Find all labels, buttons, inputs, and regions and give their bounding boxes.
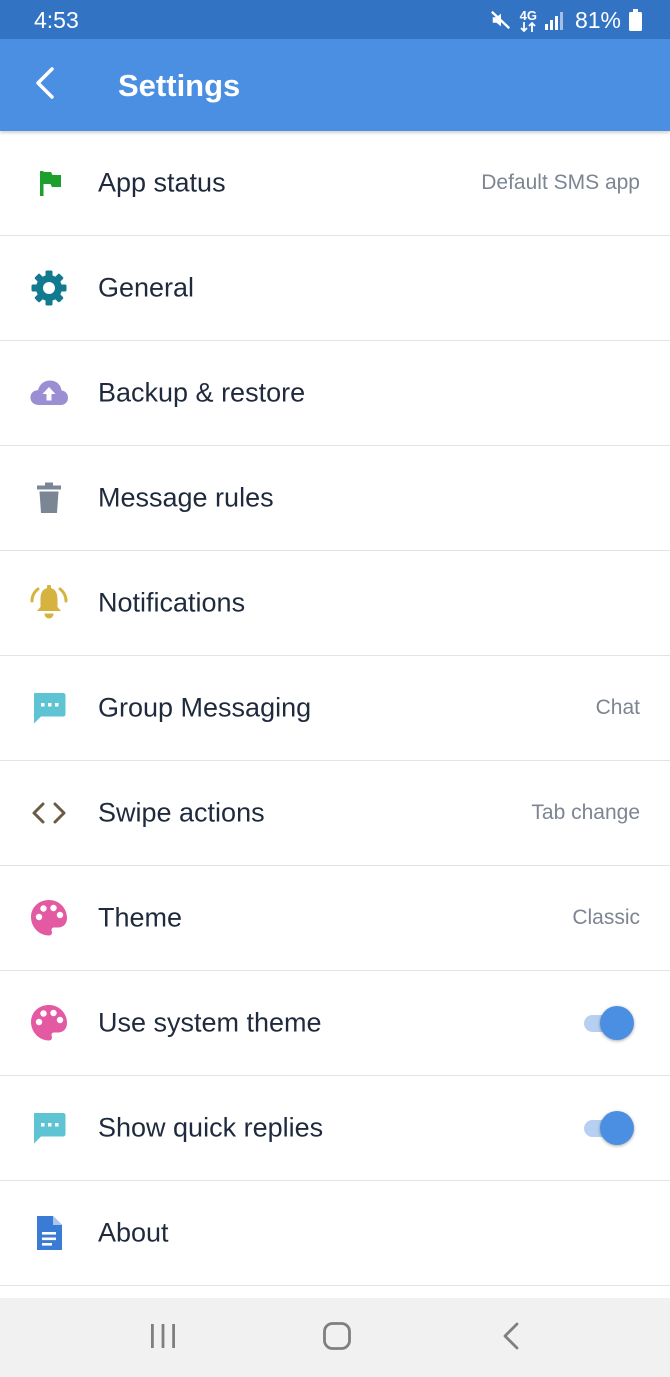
toggle-thumb <box>600 1006 634 1040</box>
setting-app-status[interactable]: App status Default SMS app <box>0 131 670 236</box>
back-arrow-icon <box>33 66 57 105</box>
setting-general[interactable]: General <box>0 236 670 341</box>
palette-icon <box>28 897 70 939</box>
system-nav-bar <box>0 1298 670 1377</box>
setting-label: Swipe actions <box>98 797 265 828</box>
setting-label: Backup & restore <box>98 377 306 408</box>
setting-value: Default SMS app <box>481 171 640 194</box>
setting-value: Classic <box>572 906 640 929</box>
setting-message-rules[interactable]: Message rules <box>0 446 670 551</box>
setting-label: Message rules <box>98 482 274 513</box>
mute-icon <box>490 9 512 31</box>
network-label: 4G <box>519 7 537 23</box>
setting-label: Notifications <box>98 587 246 618</box>
app-bar: Settings <box>0 39 670 131</box>
back-icon <box>501 1321 521 1356</box>
setting-swipe-actions[interactable]: Swipe actions Tab change <box>0 761 670 866</box>
cloud-upload-icon <box>28 372 70 414</box>
setting-backup-restore[interactable]: Backup & restore <box>0 341 670 446</box>
home-button[interactable] <box>314 1316 360 1360</box>
chat-bubble-icon <box>28 1107 70 1149</box>
recent-apps-button[interactable] <box>140 1316 186 1360</box>
home-icon <box>322 1321 352 1356</box>
gear-icon <box>28 267 70 309</box>
setting-label: Theme <box>98 902 183 933</box>
setting-value: Tab change <box>531 801 640 824</box>
network-4g-icon: 4G <box>520 9 537 32</box>
setting-group-messaging[interactable]: Group Messaging Chat <box>0 656 670 761</box>
setting-theme[interactable]: Theme Classic <box>0 866 670 971</box>
settings-list: App status Default SMS app General Backu… <box>0 131 670 1286</box>
toggle-thumb <box>600 1111 634 1145</box>
status-time: 4:53 <box>34 7 79 33</box>
nav-back-button[interactable] <box>488 1316 534 1360</box>
setting-label: Use system theme <box>98 1007 322 1038</box>
bell-ringing-icon <box>28 582 70 624</box>
setting-label: About <box>98 1217 169 1248</box>
code-arrows-icon <box>28 792 70 834</box>
setting-label: General <box>98 272 195 303</box>
trash-icon <box>28 477 70 519</box>
recent-apps-icon <box>149 1323 177 1354</box>
battery-icon <box>629 9 642 31</box>
setting-label: App status <box>98 167 226 198</box>
status-icons: 4G 81% <box>490 5 642 35</box>
setting-notifications[interactable]: Notifications <box>0 551 670 656</box>
show-quick-replies-toggle[interactable] <box>582 1111 636 1145</box>
setting-value: Chat <box>595 696 640 719</box>
chat-bubble-icon <box>28 687 70 729</box>
flag-icon <box>28 162 70 204</box>
battery-percent: 81% <box>574 6 621 33</box>
document-icon <box>28 1212 70 1254</box>
setting-label: Show quick replies <box>98 1112 324 1143</box>
setting-show-quick-replies[interactable]: Show quick replies <box>0 1076 670 1181</box>
setting-label: Group Messaging <box>98 692 312 723</box>
setting-use-system-theme[interactable]: Use system theme <box>0 971 670 1076</box>
signal-icon <box>544 10 563 30</box>
setting-about[interactable]: About <box>0 1181 670 1286</box>
page-title: Settings <box>118 68 241 103</box>
back-button[interactable] <box>22 62 68 108</box>
use-system-theme-toggle[interactable] <box>582 1006 636 1040</box>
status-bar: 4:53 4G 81% <box>0 0 670 39</box>
palette-icon <box>28 1002 70 1044</box>
